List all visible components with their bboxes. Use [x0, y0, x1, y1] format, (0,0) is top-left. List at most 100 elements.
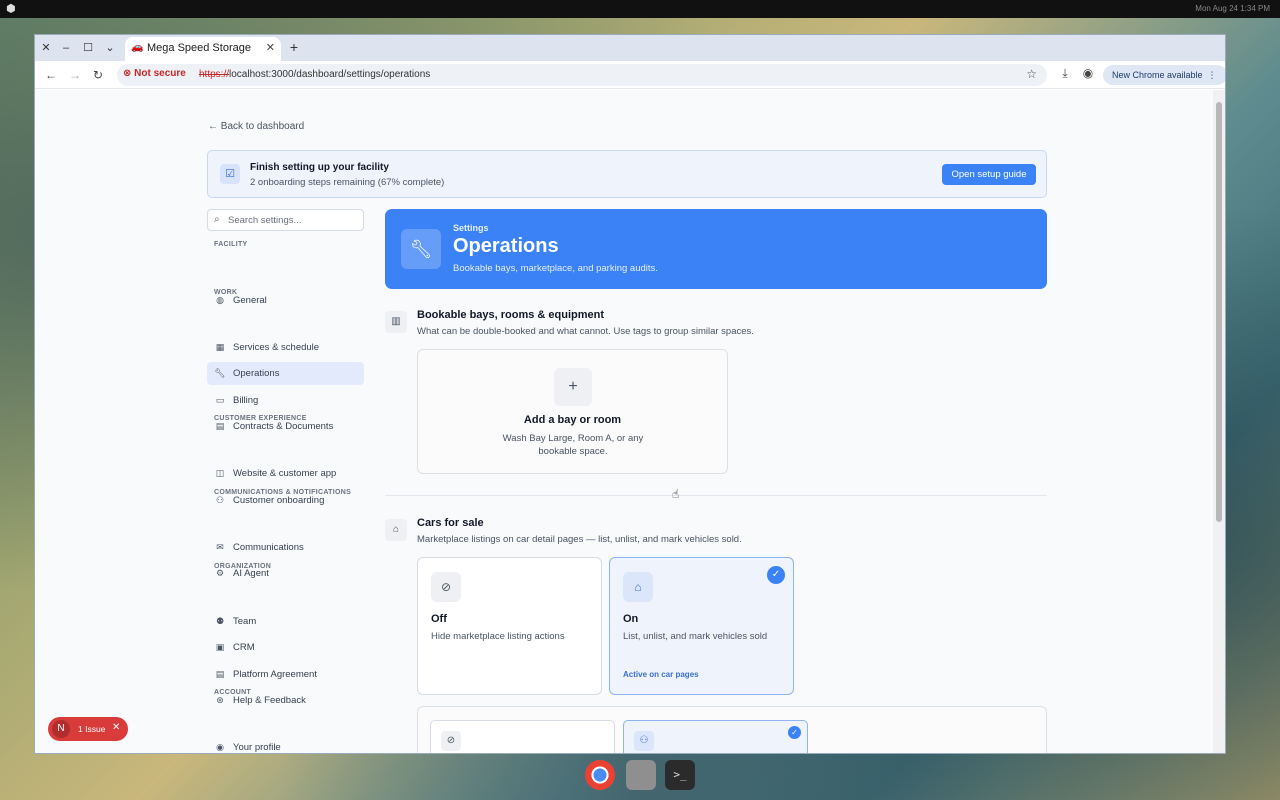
browser-toolbar: ← → ↻ ⊗ Not secure https://localhost:300… [35, 61, 1225, 89]
audit-off-option[interactable]: ⊘ [430, 720, 615, 753]
settings-hero: 🔧︎ Settings Operations Bookable bays, ma… [385, 209, 1047, 289]
sidebar-item-label: Website & customer app [233, 468, 337, 479]
sidebar-item-operations[interactable]: 🔧︎ Operations [207, 362, 364, 385]
section-facility: FACILITY [214, 241, 248, 248]
calendar-icon: ▦ [215, 342, 225, 352]
cars-section-title: Cars for sale [417, 517, 484, 529]
settings-search-input[interactable]: ⌕ Search settings... [207, 209, 364, 231]
reload-icon[interactable]: ↻ [90, 67, 106, 83]
marketplace-off-option[interactable]: ⊘ Off Hide marketplace listing actions [417, 557, 602, 695]
sidebar-item-label: Customer onboarding [233, 495, 325, 506]
browser-window: ✕ – ☐ ⌄ 🚗 Mega Speed Storage ✕ + ← → ↻ ⊗… [34, 34, 1226, 754]
option-description: Hide marketplace listing actions [431, 631, 565, 642]
marketplace-on-option[interactable]: ⌂ ✓ On List, unlist, and mark vehicles s… [609, 557, 794, 695]
disabled-circle-icon: ⊘ [431, 572, 461, 602]
audit-on-option[interactable]: ⚇ ✓ [623, 720, 808, 753]
new-tab-icon[interactable]: + [285, 39, 303, 55]
chrome-dock-icon[interactable] [585, 760, 615, 790]
selected-check-icon: ✓ [788, 726, 801, 739]
section-divider [385, 495, 1047, 496]
sidebar-item-profile[interactable]: ◉ Your profile [207, 736, 364, 753]
address-bar[interactable]: ⊗ Not secure https://localhost:3000/dash… [117, 64, 1047, 86]
minimize-icon[interactable]: – [57, 39, 75, 57]
section-organization: ORGANIZATION [214, 563, 272, 570]
sidebar-item-services[interactable]: ▦ Services & schedule [207, 336, 364, 359]
open-setup-guide-button[interactable]: Open setup guide [942, 164, 1036, 185]
close-tab-icon[interactable]: ✕ [266, 41, 275, 54]
storefront-icon: ⌂ [623, 572, 653, 602]
page-content: ← Back to dashboard ☑ Finish setting up … [35, 90, 1215, 753]
sidebar-item-communications[interactable]: ✉ Communications [207, 536, 364, 559]
disabled-circle-icon: ⊘ [441, 731, 461, 751]
option-title: On [623, 613, 639, 625]
maximize-icon[interactable]: ☐ [79, 39, 97, 57]
search-placeholder: Search settings... [228, 215, 302, 226]
sidebar-item-label: Platform Agreement [233, 669, 317, 680]
mouse-pointer-icon: ☝ [672, 487, 680, 501]
os-logo-icon[interactable]: ⬢ [6, 3, 18, 15]
banner-subtitle: 2 onboarding steps remaining (67% comple… [250, 177, 445, 188]
back-to-dashboard-link[interactable]: ← Back to dashboard [208, 121, 304, 132]
option-description: List, unlist, and mark vehicles sold [623, 631, 768, 642]
user-circle-icon: ◉ [216, 742, 224, 752]
selected-check-icon: ✓ [767, 566, 785, 584]
sidebar-item-label: General [233, 295, 267, 306]
profile-icon[interactable]: ◉ [1080, 66, 1096, 80]
option-title: Off [431, 613, 447, 625]
sidebar-item-billing[interactable]: ▭ Billing [207, 389, 364, 412]
credit-card-icon: ▭ [215, 395, 225, 405]
sidebar-item-label: CRM [233, 642, 255, 653]
wrench-icon: 🔧︎ [401, 229, 441, 269]
scrollbar-thumb[interactable] [1216, 102, 1222, 522]
sidebar-item-label: Team [233, 616, 257, 627]
add-bay-subtitle: Wash Bay Large, Room A, or any bookable … [502, 433, 644, 457]
banner-title: Finish setting up your facility [250, 162, 389, 173]
file-manager-dock-icon[interactable] [626, 760, 656, 790]
agreement-icon: ▤ [215, 669, 225, 679]
wrench-icon: 🔧︎ [214, 368, 226, 378]
close-window-icon[interactable]: ✕ [37, 39, 55, 57]
plus-icon: + [554, 368, 592, 406]
sidebar-item-label: Billing [233, 395, 259, 406]
new-chrome-button[interactable]: New Chrome available ⋮ [1103, 65, 1225, 85]
hero-subtitle: Bookable bays, marketplace, and parking … [453, 263, 658, 274]
section-communications: COMMUNICATIONS & NOTIFICATIONS [214, 489, 352, 496]
issue-badge[interactable]: N 1 Issue ✕ [48, 717, 128, 741]
bays-section-subtitle: What can be double-booked and what canno… [417, 326, 754, 337]
bays-section-title: Bookable bays, rooms & equipment [417, 309, 605, 321]
search-icon: ⌕ [214, 214, 220, 225]
page-title: Operations [453, 235, 559, 257]
tag-icon: ⌂ [385, 519, 407, 541]
os-clock: Mon Aug 24 1:34 PM [1195, 4, 1270, 13]
bookmark-star-icon[interactable]: ☆ [1026, 67, 1037, 81]
issue-label: 1 Issue [78, 724, 106, 734]
browser-tab[interactable]: 🚗 Mega Speed Storage ✕ [125, 37, 281, 61]
mail-icon: ✉ [216, 542, 224, 552]
sidebar-item-team[interactable]: ⚉ Team [207, 610, 364, 633]
tab-title: Mega Speed Storage [147, 42, 251, 54]
tab-strip: ✕ – ☐ ⌄ 🚗 Mega Speed Storage ✕ + [35, 35, 1225, 61]
add-bay-title: Add a bay or room [523, 414, 622, 426]
add-bay-card[interactable]: + Add a bay or room Wash Bay Large, Room… [417, 349, 728, 474]
url-text[interactable]: https://localhost:3000/dashboard/setting… [199, 69, 430, 80]
not-secure-indicator[interactable]: ⊗ Not secure [123, 68, 186, 79]
page-scrollbar[interactable] [1213, 90, 1225, 753]
sidebar-item-label: Services & schedule [233, 342, 320, 353]
terminal-dock-icon[interactable]: >_ [665, 760, 695, 790]
os-top-bar: ⬢ Mon Aug 24 1:34 PM [0, 0, 1280, 18]
option-active-note: Active on car pages [623, 670, 699, 679]
download-icon[interactable]: ⤓ [1057, 66, 1073, 81]
forward-arrow-icon[interactable]: → [67, 67, 83, 83]
back-arrow-icon[interactable]: ← [43, 67, 59, 83]
sidebar-item-platform[interactable]: ▤ Platform Agreement [207, 663, 364, 686]
app-window-icon: ◫ [215, 468, 225, 478]
sidebar-item-label: Contracts & Documents [233, 421, 334, 432]
tab-search-icon[interactable]: ⌄ [101, 39, 119, 57]
sidebar-item-label: Operations [233, 368, 280, 379]
issue-avatar: N [52, 720, 70, 738]
sidebar-item-crm[interactable]: ▣ CRM [207, 636, 364, 659]
section-customer-experience: CUSTOMER EXPERIENCE [214, 415, 307, 422]
close-icon[interactable]: ✕ [112, 722, 120, 733]
sidebar-item-website[interactable]: ◫ Website & customer app [207, 462, 364, 485]
contacts-icon: ▣ [215, 642, 225, 652]
